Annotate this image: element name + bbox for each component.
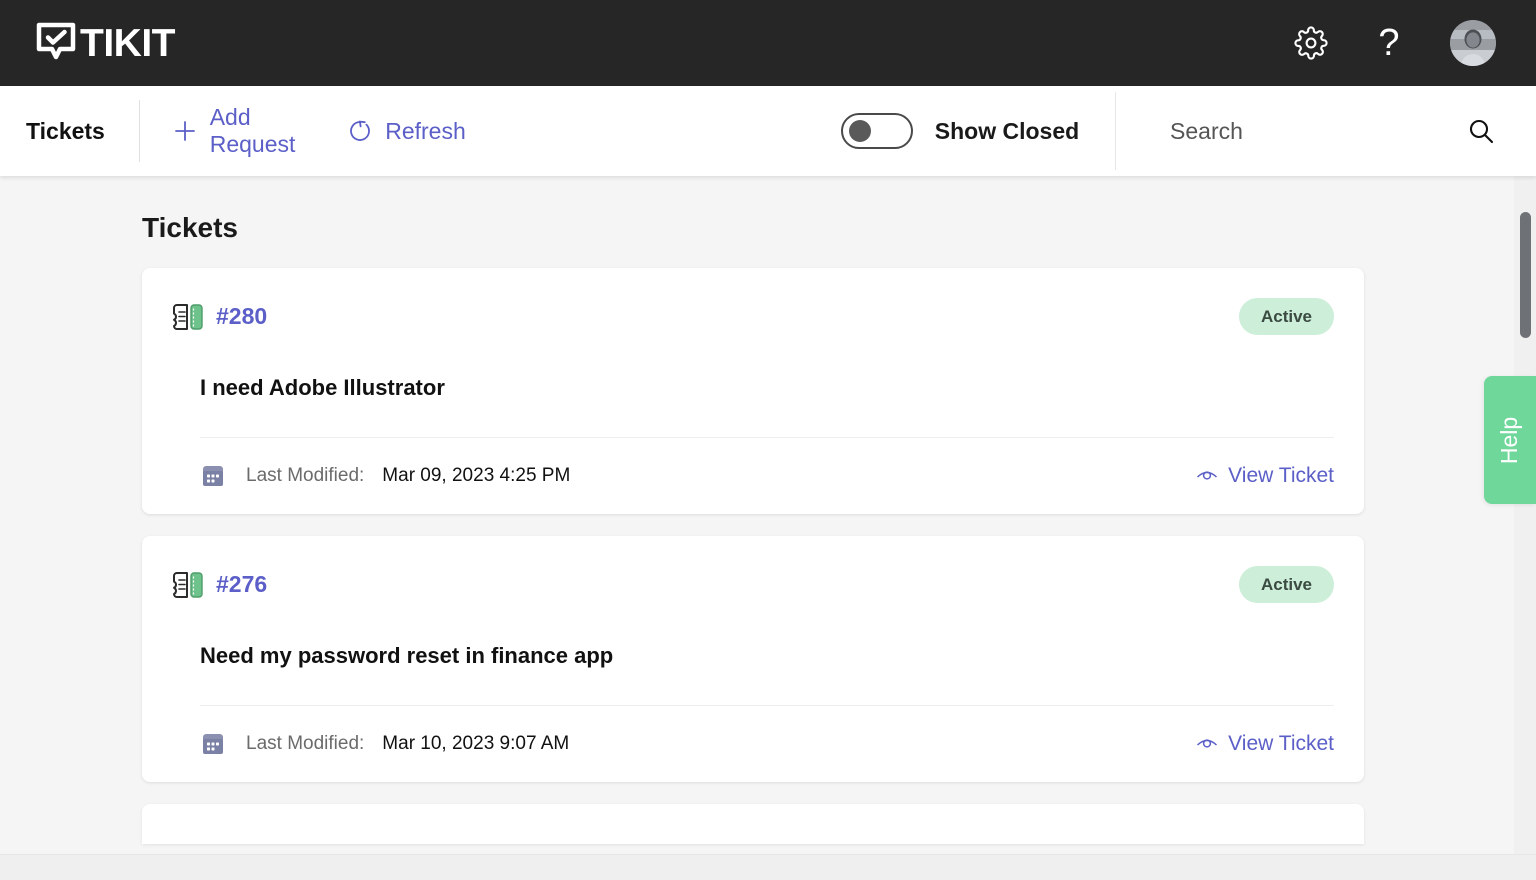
search-input[interactable] <box>1170 117 1467 145</box>
ticket-card-footer: Last Modified: Mar 10, 2023 9:07 AM View… <box>172 706 1334 782</box>
status-badge: Active <box>1238 298 1334 335</box>
refresh-button[interactable]: Refresh <box>347 118 466 145</box>
app-logo[interactable]: TIKIT <box>36 22 175 64</box>
search-box <box>1116 86 1536 176</box>
calendar-icon <box>200 463 226 489</box>
ticket-id[interactable]: #276 <box>216 571 267 598</box>
scrollbar-thumb[interactable] <box>1520 212 1531 338</box>
search-icon[interactable] <box>1466 116 1496 146</box>
last-modified-label: Last Modified: <box>246 733 365 754</box>
toolbar-divider <box>138 100 140 162</box>
view-ticket-label: View Ticket <box>1228 732 1334 755</box>
ticket-card[interactable]: #280 Active I need Adobe Illustrator Las… <box>142 268 1364 514</box>
app-root: TIKIT ? Tickets Add Request Refresh Show… <box>0 0 1536 880</box>
help-tab[interactable]: Help <box>1484 376 1536 504</box>
ticket-card-footer: Last Modified: Mar 09, 2023 4:25 PM View… <box>172 438 1334 514</box>
ticket-subject: Need my password reset in finance app <box>200 643 614 668</box>
last-modified-value: Mar 10, 2023 9:07 AM <box>382 733 570 754</box>
command-toolbar: Tickets Add Request Refresh Show Closed … <box>0 86 1536 176</box>
refresh-icon <box>347 118 373 144</box>
checkmark-speech-bubble-icon <box>36 22 76 64</box>
toolbar-title: Tickets <box>26 117 105 144</box>
ticket-icon <box>172 303 204 330</box>
top-header: TIKIT ? <box>0 0 1536 86</box>
refresh-label: Refresh <box>385 117 466 144</box>
show-closed-toggle[interactable] <box>840 113 913 149</box>
ticket-subject: I need Adobe Illustrator <box>200 375 445 400</box>
ticket-card-header: #276 Active <box>172 566 1334 603</box>
view-ticket-link[interactable]: View Ticket <box>1196 732 1334 756</box>
gear-icon[interactable] <box>1294 26 1328 60</box>
bottom-strip <box>0 854 1536 880</box>
page-title: Tickets <box>142 212 238 243</box>
status-badge: Active <box>1238 566 1334 603</box>
question-mark-icon[interactable]: ? <box>1372 22 1406 64</box>
last-modified-value: Mar 09, 2023 4:25 PM <box>382 465 571 486</box>
show-closed-label: Show Closed <box>934 117 1080 144</box>
eye-icon <box>1196 733 1218 755</box>
calendar-icon <box>200 731 226 757</box>
logo-text: TIKIT <box>80 21 175 65</box>
view-ticket-link[interactable]: View Ticket <box>1196 464 1334 488</box>
last-modified-label: Last Modified: <box>246 465 365 486</box>
ticket-card-header: #280 Active <box>172 298 1334 335</box>
ticket-id[interactable]: #280 <box>216 303 267 330</box>
eye-icon <box>1196 465 1218 487</box>
header-actions: ? <box>1294 20 1496 66</box>
add-request-label: Add Request <box>209 104 296 157</box>
ticket-list: #280 Active I need Adobe Illustrator Las… <box>0 268 1536 844</box>
view-ticket-label: View Ticket <box>1228 464 1334 487</box>
ticket-card-partial[interactable] <box>142 804 1364 844</box>
ticket-icon <box>172 571 204 598</box>
question-mark-glyph: ? <box>1378 22 1400 64</box>
plus-icon <box>172 118 198 144</box>
toggle-knob <box>848 120 871 142</box>
avatar[interactable] <box>1450 20 1496 66</box>
content-area: Tickets #280 Active I need Adobe Illustr… <box>0 176 1536 880</box>
add-request-button[interactable]: Add Request <box>172 104 316 158</box>
show-closed-group: Show Closed <box>840 113 1080 149</box>
scrollbar-track[interactable] <box>1514 176 1536 856</box>
ticket-card[interactable]: #276 Active Need my password reset in fi… <box>142 536 1364 782</box>
help-tab-label: Help <box>1496 416 1523 464</box>
